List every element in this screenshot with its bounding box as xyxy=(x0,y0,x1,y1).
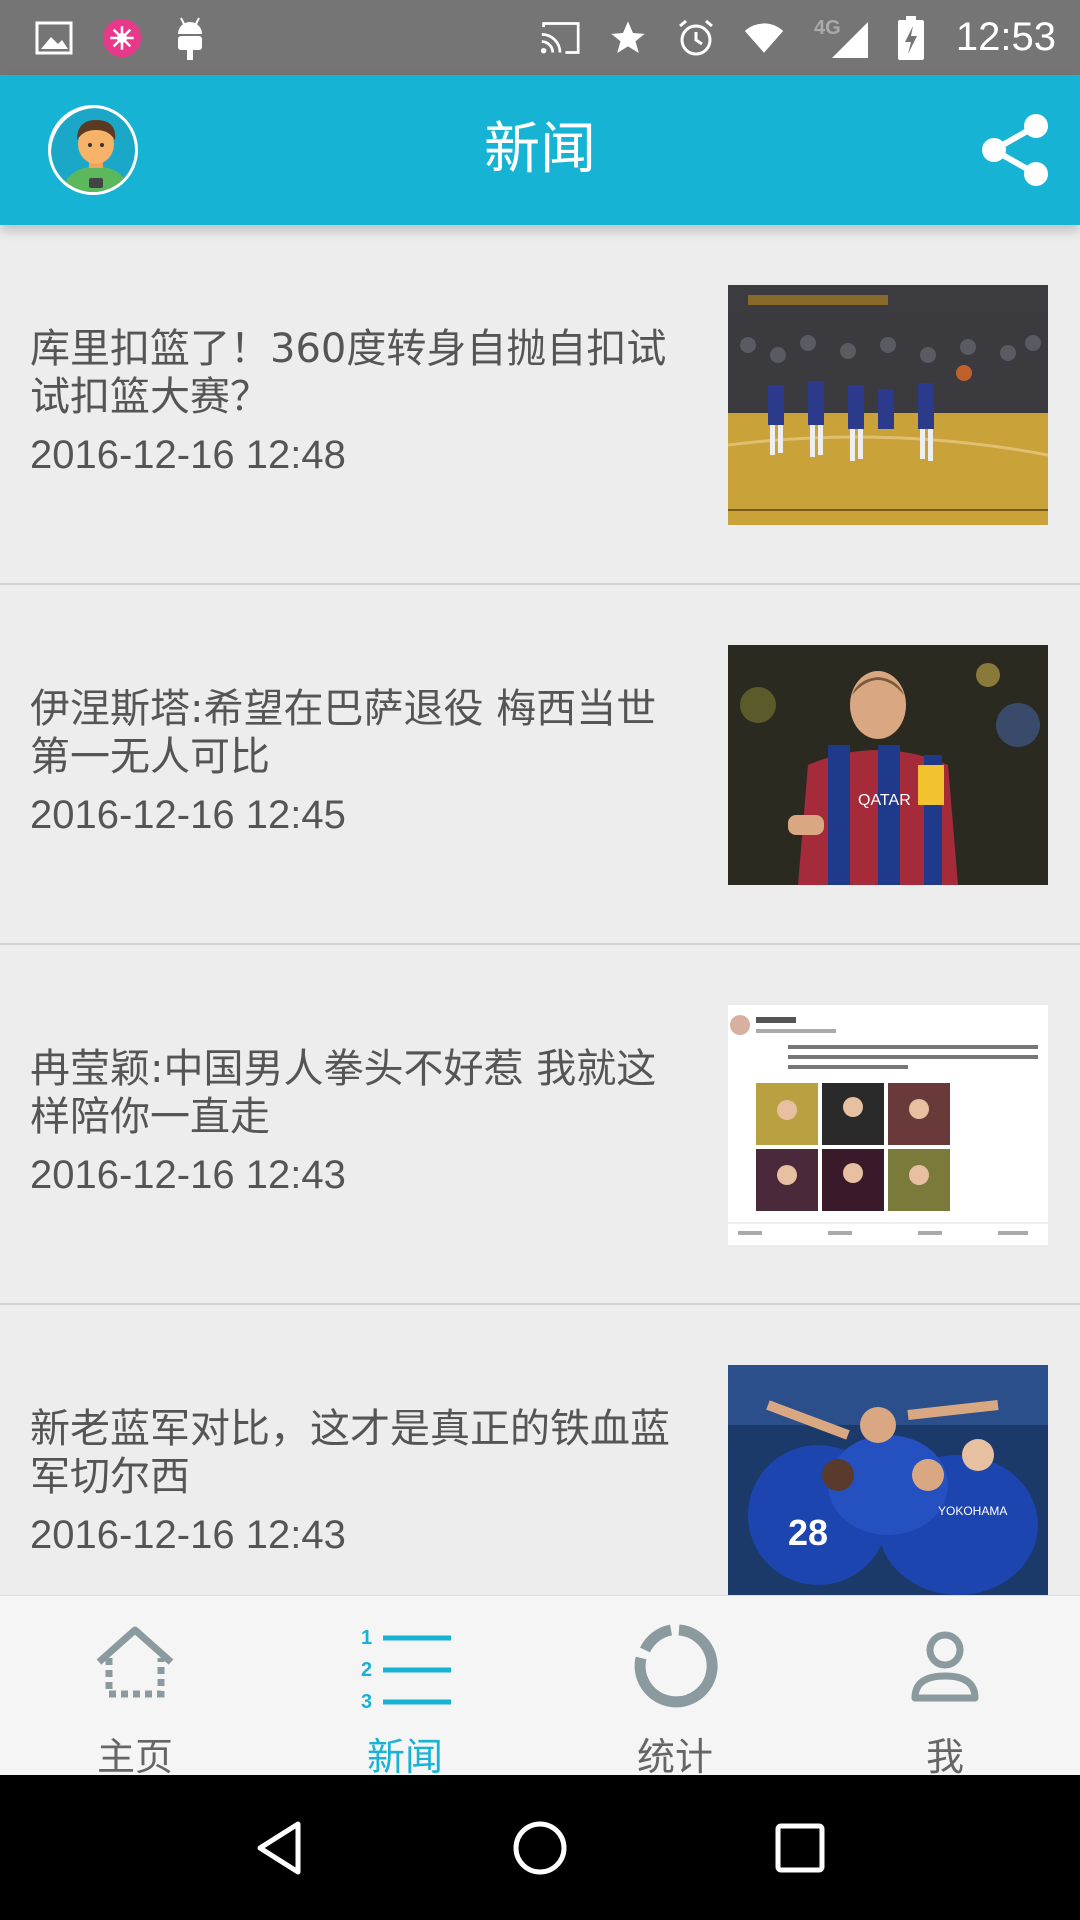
svg-text:28: 28 xyxy=(788,1512,828,1553)
news-text: 新老蓝军对比，这才是真正的铁血蓝军切尔西 2016-12-16 12:43 xyxy=(30,1405,670,1559)
share-button[interactable] xyxy=(976,110,1056,190)
tab-home[interactable]: 主页 xyxy=(0,1596,270,1779)
svg-text:1: 1 xyxy=(361,1627,372,1649)
svg-text:YOKOHAMA: YOKOHAMA xyxy=(938,1504,1007,1518)
news-title: 库里扣篮了！360度转身自抛自扣试试扣篮大赛？ xyxy=(30,326,667,420)
soccer-player-photo: QATAR xyxy=(728,645,1048,885)
back-icon xyxy=(257,1821,301,1874)
recents-button[interactable] xyxy=(765,1813,835,1883)
news-item[interactable]: 冉莹颖:中国男人拳头不好惹 我就这样陪你一直走 2016-12-16 12:43 xyxy=(0,945,1080,1305)
basketball-court-photo xyxy=(728,285,1048,525)
star-icon xyxy=(608,18,648,58)
tab-label: 新闻 xyxy=(366,1735,443,1779)
home-button[interactable] xyxy=(505,1813,575,1883)
tab-label: 主页 xyxy=(96,1735,173,1779)
tab-label: 我 xyxy=(925,1735,964,1779)
recents-icon xyxy=(775,1823,825,1872)
android-icon xyxy=(170,17,210,60)
news-item[interactable]: 伊涅斯塔:希望在巴萨退役 梅西当世第一无人可比 2016-12-16 12:45… xyxy=(0,585,1080,945)
chart-ring-icon xyxy=(634,1624,718,1708)
battery-charging-icon xyxy=(897,15,924,60)
svg-text:4G: 4G xyxy=(814,17,841,39)
news-text: 冉莹颖:中国男人拳头不好惹 我就这样陪你一直走 2016-12-16 12:43 xyxy=(30,1045,670,1199)
team-celebration-photo: 28 YOKOHAMA xyxy=(728,1365,1048,1595)
back-button[interactable] xyxy=(245,1813,315,1883)
news-list[interactable]: 库里扣篮了！360度转身自抛自扣试试扣篮大赛？ 2016-12-16 12:48 xyxy=(0,225,1080,1595)
cast-icon xyxy=(540,18,580,58)
news-time: 2016-12-16 12:48 xyxy=(30,433,346,477)
tab-news[interactable]: 1 2 3 新闻 xyxy=(270,1596,540,1779)
alarm-icon xyxy=(676,18,716,58)
share-icon xyxy=(982,114,1048,186)
tab-statistics[interactable]: 统计 xyxy=(540,1596,810,1779)
app-notification-icon xyxy=(102,18,142,58)
news-thumbnail xyxy=(728,285,1048,525)
image-icon xyxy=(34,18,74,58)
person-icon xyxy=(911,1631,979,1702)
news-thumbnail: 28 YOKOHAMA xyxy=(728,1365,1048,1595)
news-text: 伊涅斯塔:希望在巴萨退役 梅西当世第一无人可比 2016-12-16 12:45 xyxy=(30,685,670,839)
home-icon xyxy=(96,1626,174,1698)
news-time: 2016-12-16 12:43 xyxy=(30,1153,346,1197)
news-time: 2016-12-16 12:45 xyxy=(30,793,346,837)
numbered-list-icon: 1 2 3 xyxy=(361,1627,451,1713)
news-text: 库里扣篮了！360度转身自抛自扣试试扣篮大赛？ 2016-12-16 12:48 xyxy=(30,325,670,479)
weibo-post-screenshot xyxy=(728,1005,1048,1245)
app-bar: 新闻 xyxy=(0,75,1080,225)
tab-label: 统计 xyxy=(636,1735,713,1779)
news-time: 2016-12-16 12:43 xyxy=(30,1513,346,1557)
news-thumbnail xyxy=(728,1005,1048,1245)
news-item[interactable]: 库里扣篮了！360度转身自抛自扣试试扣篮大赛？ 2016-12-16 12:48 xyxy=(0,225,1080,585)
clock: 12:53 xyxy=(955,15,1056,59)
news-title: 冉莹颖:中国男人拳头不好惹 我就这样陪你一直走 xyxy=(30,1046,657,1140)
news-title: 伊涅斯塔:希望在巴萨退役 梅西当世第一无人可比 xyxy=(30,686,657,780)
bottom-tab-bar: 主页 1 2 3 新闻 统计 我 xyxy=(0,1595,1080,1779)
news-title: 新老蓝军对比，这才是真正的铁血蓝军切尔西 xyxy=(30,1406,670,1500)
status-bar: 4G 12:53 xyxy=(0,0,1080,75)
news-item[interactable]: 新老蓝军对比，这才是真正的铁血蓝军切尔西 2016-12-16 12:43 28… xyxy=(0,1305,1080,1595)
signal-icon: 4G xyxy=(812,17,870,58)
news-thumbnail: QATAR xyxy=(728,645,1048,885)
svg-text:2: 2 xyxy=(361,1659,372,1681)
tab-me[interactable]: 我 xyxy=(810,1596,1080,1779)
wifi-icon xyxy=(744,18,784,58)
svg-text:3: 3 xyxy=(361,1691,372,1713)
home-circle-icon xyxy=(513,1821,567,1874)
svg-text:QATAR: QATAR xyxy=(858,792,911,809)
page-title: 新闻 xyxy=(484,117,596,182)
system-nav-bar xyxy=(0,1775,1080,1920)
